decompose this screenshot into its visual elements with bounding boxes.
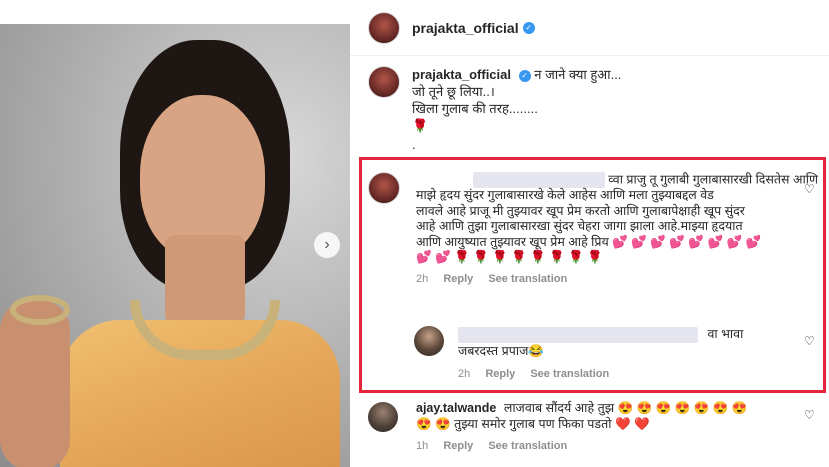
caption-username[interactable]: prajakta_official [412, 67, 511, 82]
comment-username[interactable]: ajay.talwande [416, 401, 496, 415]
rose-emoji: 🌹 [412, 118, 429, 133]
heart-eyes-emoji: 😍 😍 [416, 417, 451, 431]
reply-button[interactable]: Reply [485, 368, 515, 380]
comment-text-2: तुझ्या समोर गुलाब पण फिका पडतो [454, 417, 612, 431]
comment-item: ajay.talwande लाजवाब सौंदर्य आहे तुझ 😍 😍… [368, 400, 818, 454]
comment-line-4: आहे आणि तुझा गुलाबासारखा सुंदर चेहरा जाग… [416, 219, 743, 233]
redacted-username [472, 172, 605, 188]
comments-panel: prajakta_official ✓ prajakta_official ✓ … [350, 0, 829, 467]
post-username[interactable]: prajakta_official [412, 20, 519, 36]
avatar[interactable] [368, 11, 400, 44]
comment-line-1: व्वा प्राजु तू गुलाबी गुलाबासारखी दिसतेस… [608, 172, 818, 187]
comment-line-2: माझे हृदय सुंदर गुलाबासारखे केले आहेस आण… [416, 188, 714, 202]
reply-text-2: जबरदस्त प्रपाज [458, 344, 529, 358]
verified-badge-icon: ✓ [522, 21, 535, 34]
comment-line-5: आणि आयुष्यात तुझ्यावर खूप प्रेम आहे प्रि… [416, 234, 609, 249]
reply-time: 2h [458, 368, 471, 380]
caption-avatar[interactable] [368, 66, 400, 98]
reply-comment-item: वा भावा जबरदस्त प्रपाज😂 2h Reply See tra… [414, 326, 815, 383]
heart-eyes-emoji-row: 😍 😍 😍 😍 😍 😍 😍 [617, 401, 748, 415]
laugh-emoji: 😂 [528, 344, 544, 358]
post-caption: prajakta_official ✓ न जाने क्या हुआ... ज… [368, 66, 818, 153]
heart-emoji-row: 💕 💕 💕 💕 💕 💕 💕 💕 [612, 234, 762, 249]
see-translation-button[interactable]: See translation [488, 440, 567, 452]
reply-text-1: वा भावा [707, 327, 744, 341]
reply-avatar[interactable] [414, 326, 444, 356]
caption-line-2: जो तूने छू लिया..। [412, 84, 495, 99]
like-heart-icon[interactable]: ♡ [804, 408, 815, 422]
red-heart-emoji: ❤️ ❤️ [614, 417, 650, 431]
caption-line-1: न जाने क्या हुआ... [534, 67, 622, 82]
like-heart-icon[interactable]: ♡ [804, 334, 815, 348]
post-header: prajakta_official ✓ [350, 0, 829, 56]
emoji-row: 💕 💕 🌹 🌹 🌹 🌹 🌹 🌹 🌹 🌹 [416, 250, 603, 264]
chevron-right-icon[interactable]: › [314, 232, 340, 258]
caption-line-3: खिला गुलाब की तरह........ [412, 101, 538, 116]
photo-arm [0, 300, 70, 467]
comment-time: 1h [416, 440, 429, 452]
photo-top-border [0, 0, 350, 24]
redacted-username [458, 326, 698, 343]
post-photo: › [0, 0, 350, 467]
comment-item: व्वा प्राजु तू गुलाबी गुलाबासारखी दिसतेस… [368, 172, 818, 287]
reply-button[interactable]: Reply [443, 440, 473, 452]
caption-dot: . [412, 137, 416, 152]
see-translation-button[interactable]: See translation [530, 368, 609, 380]
see-translation-button[interactable]: See translation [488, 273, 567, 285]
comment-time: 2h [416, 272, 429, 285]
like-heart-icon[interactable]: ♡ [804, 182, 815, 196]
comment-avatar[interactable] [368, 172, 400, 204]
reply-button[interactable]: Reply [443, 273, 473, 285]
comment-avatar[interactable] [368, 402, 398, 432]
photo-jewel [10, 295, 70, 325]
verified-badge-icon: ✓ [518, 69, 531, 82]
comment-line-3: लावले आहे प्राजू मी तुझ्यावर खूप प्रेम क… [416, 203, 745, 218]
comment-text-1: लाजवाब सौंदर्य आहे तुझ [503, 401, 615, 415]
